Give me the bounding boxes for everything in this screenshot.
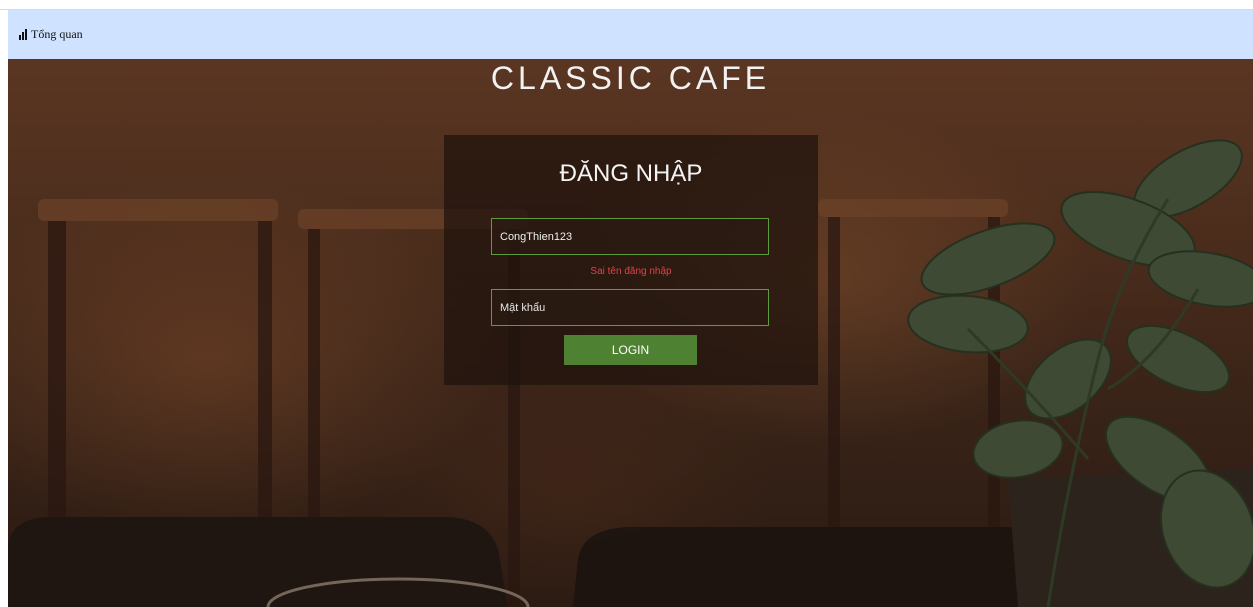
username-error-message: Sai tên đăng nhập <box>590 266 672 277</box>
top-navbar: Tổng quan <box>8 10 1253 59</box>
nav-link-label: Tổng quan <box>31 27 83 41</box>
bar-chart-icon <box>19 29 27 40</box>
login-panel: ĐĂNG NHẬP Sai tên đăng nhập LOGIN <box>444 135 818 385</box>
username-input[interactable] <box>491 218 769 255</box>
login-title: ĐĂNG NHẬP <box>559 160 703 187</box>
page-left-margin <box>0 10 8 607</box>
password-input[interactable] <box>491 289 769 326</box>
login-button[interactable]: LOGIN <box>564 335 697 365</box>
brand-title: CLASSIC CAFE <box>490 60 771 96</box>
window-top-border <box>0 0 1253 10</box>
nav-link-overview[interactable]: Tổng quan <box>18 27 83 42</box>
hero-background: CLASSIC CAFE ĐĂNG NHẬP Sai tên đăng nhập… <box>8 59 1253 607</box>
